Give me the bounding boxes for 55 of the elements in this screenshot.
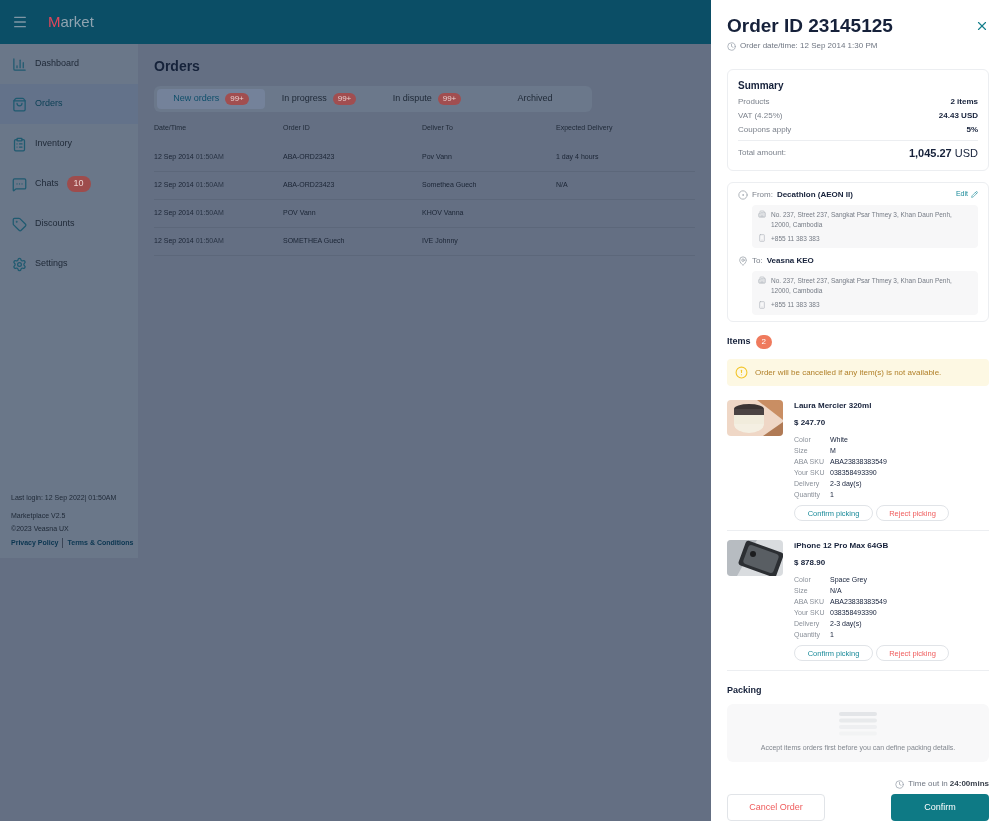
phone-icon — [758, 301, 766, 310]
sidebar-item[interactable]: Dashboard — [0, 44, 138, 84]
summary-value: 24.43 USD — [938, 110, 978, 122]
summary-title: Summary — [738, 79, 785, 93]
summary-label: VAT (4.25%) — [738, 110, 783, 122]
to-label: To: — [752, 255, 763, 268]
bag-icon — [12, 96, 27, 112]
pencil-icon — [971, 191, 978, 198]
confirm-button[interactable]: Confirm — [891, 794, 989, 821]
close-icon[interactable] — [975, 19, 989, 33]
count-badge: 10 — [66, 176, 91, 192]
cancel-order-button[interactable]: Cancel Order — [727, 794, 825, 821]
total-label: Total amount: — [738, 147, 787, 160]
origin-icon — [738, 189, 748, 200]
bar-chart-icon — [12, 56, 27, 72]
clipboard-icon — [12, 136, 27, 152]
summary-label: Products — [738, 96, 770, 108]
summary-value: 2 items — [950, 96, 978, 108]
tag-icon — [12, 216, 27, 232]
tab[interactable]: In progress 99+ — [265, 89, 373, 109]
product-name: Laura Mercier 320ml — [794, 400, 873, 413]
phone-icon — [758, 234, 766, 243]
clock-icon — [895, 779, 905, 789]
count-badge: 2 — [755, 335, 772, 349]
tab[interactable]: In dispute 99+ — [373, 89, 481, 109]
sidebar-item[interactable]: Inventory — [0, 124, 138, 164]
sidebar-item[interactable]: Orders — [0, 84, 138, 124]
timeout-text: Time out in 24:00mins — [908, 778, 989, 790]
location-pin-icon — [738, 256, 748, 267]
warning-text: Order will be cancelled if any item(s) is not available. — [755, 366, 942, 379]
recipient-name: Veasna KEO — [766, 255, 814, 268]
logo: Market — [48, 11, 94, 32]
sender-name: Decathlon (AEON II) — [776, 188, 853, 201]
summary-label: Coupons apply — [738, 124, 792, 136]
product-price: $ 878.90 — [794, 557, 827, 570]
tab[interactable]: New orders 99+ — [157, 89, 265, 109]
order-date-text: Order date/time: 12 Sep 2014 1:30 PM — [740, 40, 878, 52]
menu-icon[interactable] — [12, 14, 28, 30]
drawer-title: Order ID 23145125 — [727, 15, 893, 37]
total-amount: 1,045.27 USD — [908, 146, 978, 161]
tab[interactable]: Archived — [481, 89, 589, 109]
packing-title: Packing — [727, 684, 763, 698]
settings-icon — [12, 256, 27, 272]
items-title: Items — [727, 335, 751, 349]
sidebar-item[interactable]: Chats 10 — [0, 164, 138, 204]
sidebar-item[interactable]: Settings — [0, 244, 138, 284]
sidebar-item[interactable]: Discounts — [0, 204, 138, 244]
warning-icon — [735, 366, 748, 380]
product-price: $ 247.70 — [794, 417, 827, 430]
from-label: From: — [752, 188, 773, 201]
summary-value: 5% — [966, 124, 978, 136]
page-title: Orders — [154, 57, 201, 76]
product-name: iPhone 12 Pro Max 64GB — [794, 540, 890, 553]
chat-icon — [12, 176, 27, 192]
clock-icon — [727, 41, 736, 51]
